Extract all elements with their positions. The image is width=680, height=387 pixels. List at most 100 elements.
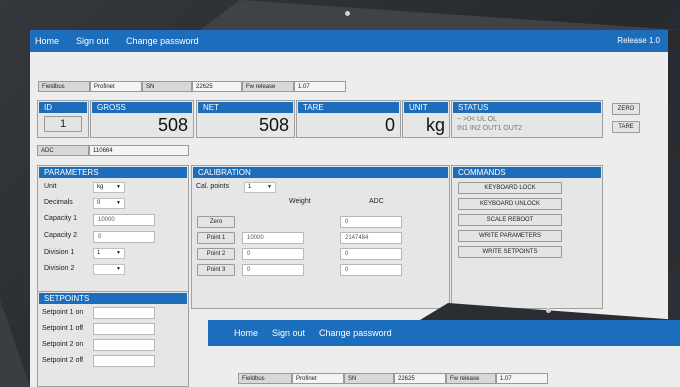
nav-home-2[interactable]: Home: [234, 328, 258, 338]
unit-select-value: kg: [97, 184, 104, 190]
tare-button[interactable]: TARE: [612, 121, 640, 133]
fw-release-value: 1.07: [294, 81, 346, 92]
point-1-button[interactable]: Point 1: [197, 232, 235, 244]
release-label: Release 1.0: [617, 36, 660, 45]
commands-panel: COMMANDS KEYBOARD LOCK KEYBOARD UNLOCK S…: [451, 165, 603, 309]
status-indicators-bottom: IN1 IN2 OUT1 OUT2: [457, 125, 522, 132]
adc-value: 110664: [89, 145, 189, 156]
sn-label: SN: [142, 81, 192, 92]
keyboard-unlock-button[interactable]: KEYBOARD UNLOCK: [458, 198, 562, 210]
point-1-weight-input[interactable]: 10000: [242, 232, 304, 244]
point-2-button[interactable]: Point 2: [197, 248, 235, 260]
gross-header: GROSS: [92, 102, 192, 113]
commands-header: COMMANDS: [453, 167, 601, 178]
setpoint-1-on-label: Setpoint 1 on: [42, 309, 84, 316]
adc-column-header: ADC: [369, 198, 384, 205]
net-panel: NET 508: [196, 100, 295, 138]
status-indicators-top: ~ >0< UL OL: [457, 116, 498, 123]
id-panel: ID 1: [37, 100, 89, 138]
unit-header: UNIT: [404, 102, 448, 113]
unit-label: Unit: [44, 183, 57, 190]
chevron-down-icon: ▼: [116, 184, 121, 190]
device-info-bar-2: Fieldbus Profinet SN 22625 Fw release 1.…: [238, 373, 548, 384]
division-1-select[interactable]: 1 ▼: [93, 248, 125, 259]
adc-bar: ADC 110664: [37, 145, 189, 156]
nav-change-password[interactable]: Change password: [126, 36, 199, 46]
nav-bar-2: Home Sign out Change password: [208, 320, 680, 346]
device-info-bar: Fieldbus Profinet SN 22625 Fw release 1.…: [38, 81, 346, 92]
unit-value: kg: [425, 115, 445, 135]
point-1-adc-input[interactable]: 2147484: [340, 232, 402, 244]
id-header: ID: [39, 102, 87, 113]
fieldbus-label-2: Fieldbus: [238, 373, 292, 384]
fieldbus-label: Fieldbus: [38, 81, 90, 92]
cal-points-select-value: 1: [248, 184, 252, 190]
background-stripe: [200, 0, 680, 30]
fw-release-value-2: 1.07: [496, 373, 548, 384]
nav-sign-out[interactable]: Sign out: [76, 36, 109, 46]
scale-reboot-button[interactable]: SCALE REBOOT: [458, 214, 562, 226]
point-3-adc-input[interactable]: 0: [340, 264, 402, 276]
camera-dot-2: [546, 308, 551, 313]
cal-points-select[interactable]: 1 ▼: [244, 182, 276, 193]
decimals-select[interactable]: 0 ▼: [93, 198, 125, 209]
point-3-weight-input[interactable]: 0: [242, 264, 304, 276]
net-value: 508: [258, 115, 289, 135]
nav-bar: Home Sign out Change password Release 1.…: [30, 30, 668, 52]
division-1-select-value: 1: [97, 250, 101, 256]
chevron-down-icon: ▼: [116, 250, 121, 256]
tare-header: TARE: [298, 102, 399, 113]
write-parameters-button[interactable]: WRITE PARAMETERS: [458, 230, 562, 242]
calibration-header: CALIBRATION: [193, 167, 448, 178]
decimals-label: Decimals: [44, 199, 73, 206]
setpoint-2-on-input[interactable]: [93, 339, 155, 351]
chevron-down-icon: ▼: [116, 200, 121, 206]
unit-panel: UNIT kg: [402, 100, 450, 138]
fieldbus-value-2: Profinet: [292, 373, 344, 384]
setpoint-2-off-input[interactable]: [93, 355, 155, 367]
point-3-button[interactable]: Point 3: [197, 264, 235, 276]
fw-release-label-2: Fw release: [446, 373, 496, 384]
zero-adc-input[interactable]: 0: [340, 216, 402, 228]
fw-release-label: Fw release: [242, 81, 294, 92]
parameters-header: PARAMETERS: [39, 167, 187, 178]
adc-label: ADC: [37, 145, 89, 156]
division-2-select[interactable]: ▼: [93, 264, 125, 275]
keyboard-lock-button[interactable]: KEYBOARD LOCK: [458, 182, 562, 194]
point-2-weight-input[interactable]: 0: [242, 248, 304, 260]
nav-home[interactable]: Home: [35, 36, 59, 46]
chevron-down-icon: ▼: [116, 266, 121, 272]
nav-sign-out-2[interactable]: Sign out: [272, 328, 305, 338]
write-setpoints-button[interactable]: WRITE SETPOINTS: [458, 246, 562, 258]
capacity-1-label: Capacity 1: [44, 215, 78, 222]
secondary-window: Home Sign out Change password Fieldbus P…: [208, 320, 680, 387]
tare-value: 0: [384, 115, 395, 135]
setpoint-1-on-input[interactable]: [93, 307, 155, 319]
decimals-select-value: 0: [97, 200, 101, 206]
fieldbus-value: Profinet: [90, 81, 142, 92]
net-header: NET: [198, 102, 293, 113]
unit-select[interactable]: kg ▼: [93, 182, 125, 193]
setpoints-panel: SETPOINTS Setpoint 1 on Setpoint 1 off S…: [37, 291, 189, 387]
setpoint-1-off-input[interactable]: [93, 323, 155, 335]
sn-label-2: SN: [344, 373, 394, 384]
zero-calibration-button[interactable]: Zero: [197, 216, 235, 228]
setpoint-1-off-label: Setpoint 1 off: [42, 325, 84, 332]
status-header: STATUS: [453, 102, 601, 113]
parameters-panel: PARAMETERS Unit kg ▼ Decimals 0 ▼ Capacity…: [37, 165, 189, 309]
nav-change-password-2[interactable]: Change password: [319, 328, 392, 338]
camera-dot: [345, 11, 350, 16]
setpoints-header: SETPOINTS: [39, 293, 187, 304]
sn-value: 22625: [192, 81, 242, 92]
capacity-2-input[interactable]: 0: [93, 231, 155, 243]
zero-button[interactable]: ZERO: [612, 103, 640, 115]
background-stripe-left: [0, 300, 30, 387]
capacity-1-input[interactable]: 10000: [93, 214, 155, 226]
sn-value-2: 22625: [394, 373, 446, 384]
setpoint-2-off-label: Setpoint 2 off: [42, 357, 84, 364]
id-value[interactable]: 1: [44, 116, 82, 132]
capacity-2-label: Capacity 2: [44, 232, 78, 239]
point-2-adc-input[interactable]: 0: [340, 248, 402, 260]
setpoint-2-on-label: Setpoint 2 on: [42, 341, 84, 348]
gross-value: 508: [157, 115, 188, 135]
